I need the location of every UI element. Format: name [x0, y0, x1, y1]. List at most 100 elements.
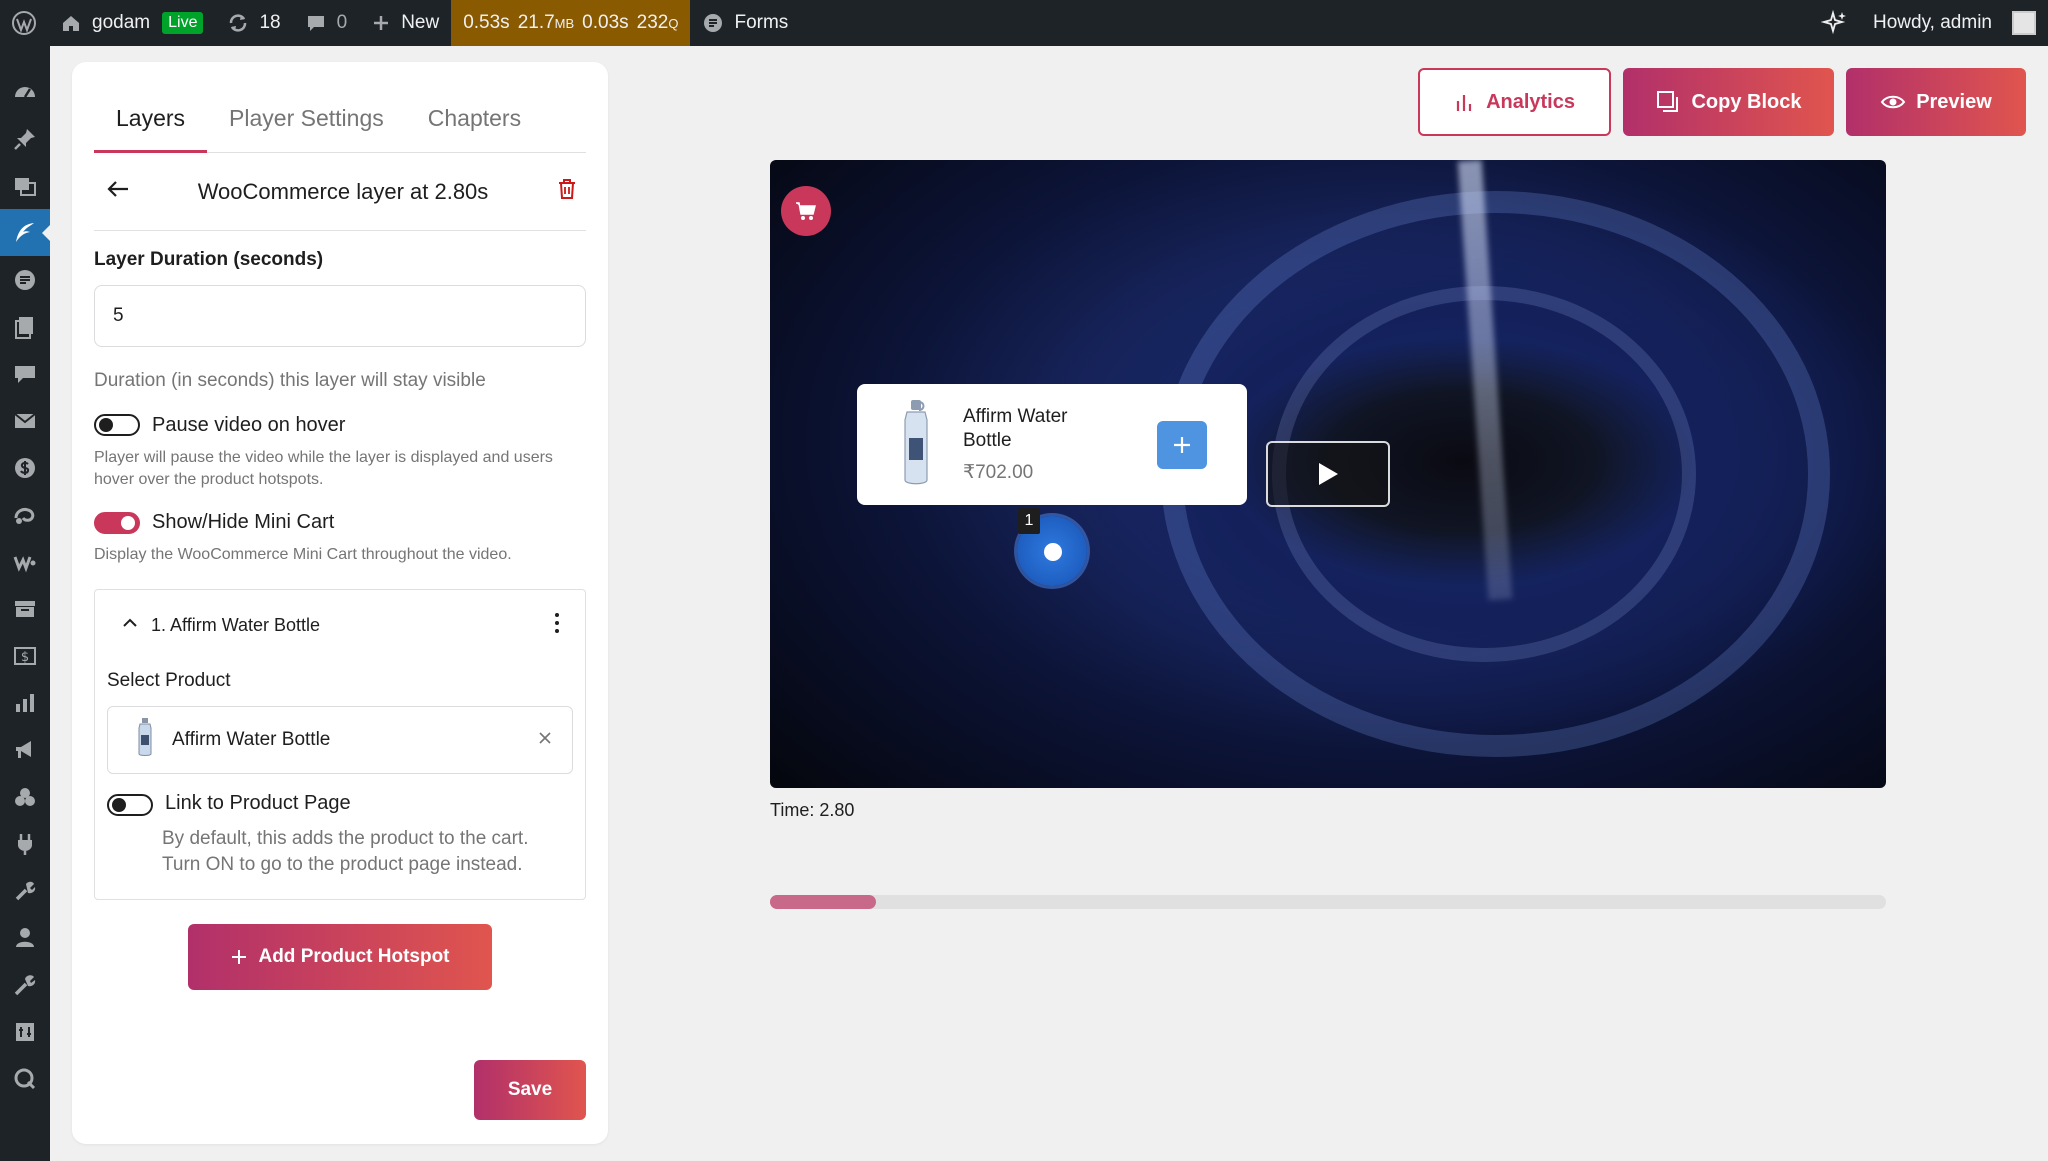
current-time-label: Time: 2.80 — [770, 800, 855, 820]
new-content-link[interactable]: New — [359, 0, 451, 46]
link-to-product-toggle[interactable] — [107, 793, 153, 816]
comments-link[interactable]: 0 — [293, 0, 360, 46]
ai-sparkle-icon[interactable] — [1809, 0, 1861, 46]
layer-title: WooCommerce layer at 2.80s — [197, 178, 489, 204]
save-button[interactable]: Save — [474, 1060, 586, 1120]
bottle-image-icon — [901, 398, 931, 491]
add-product-hotspot-button[interactable]: Add Product Hotspot — [188, 924, 492, 991]
product-popup-info: Affirm Water Bottle ₹702.00 — [963, 405, 1125, 484]
pause-on-hover-label: Pause video on hover — [152, 413, 346, 436]
query-icon[interactable] — [0, 1055, 50, 1102]
pin-icon[interactable] — [0, 115, 50, 162]
comments-count: 0 — [336, 12, 348, 33]
hotspot-title: 1. Affirm Water Bottle — [151, 615, 321, 636]
gauge-icon[interactable] — [0, 68, 50, 115]
appearance-icon[interactable] — [0, 773, 50, 820]
tab-player-settings[interactable]: Player Settings — [207, 105, 406, 152]
select-product-label: Select Product — [107, 669, 231, 691]
layer-header: WooCommerce layer at 2.80s — [94, 153, 586, 231]
pause-on-hover-help: Player will pause the video while the la… — [94, 448, 553, 489]
product-popup-name: Affirm Water Bottle — [963, 406, 1068, 451]
payments-icon[interactable]: $ — [0, 632, 50, 679]
hotspot-card-header[interactable]: 1. Affirm Water Bottle — [107, 590, 573, 662]
forms-link[interactable]: Forms — [690, 0, 800, 46]
plugin-stack-icon[interactable] — [0, 491, 50, 538]
selected-product[interactable]: Affirm Water Bottle — [107, 705, 573, 774]
toolbar: Analytics Copy Block Preview — [1418, 68, 2026, 136]
timeline-progress[interactable] — [770, 895, 877, 909]
forms-label: Forms — [734, 12, 789, 33]
users-icon[interactable] — [0, 914, 50, 961]
layer-duration-input[interactable]: 5 — [94, 285, 586, 347]
preview-button[interactable]: Preview — [1846, 68, 2026, 136]
feather-icon[interactable] — [0, 209, 50, 256]
refresh-icon — [230, 14, 247, 32]
product-popup[interactable]: Affirm Water Bottle ₹702.00 — [857, 384, 1247, 505]
admin-bar: godam Live 18 0 New 0.53s 21.7MB 0.03s 2… — [0, 0, 2048, 46]
site-name: godam — [92, 12, 151, 33]
home-icon — [63, 16, 79, 31]
forms-icon — [704, 14, 723, 32]
query-monitor-stats[interactable]: 0.53s 21.7MB 0.03s 232Q — [451, 0, 691, 46]
account-menu[interactable]: Howdy, admin — [1861, 0, 2048, 46]
perf-memory: 21.7MB — [517, 12, 575, 33]
link-to-product-help: By default, this adds the product to the… — [162, 827, 529, 876]
comments-icon[interactable] — [0, 350, 50, 397]
wrench-icon[interactable] — [0, 961, 50, 1008]
comment-icon — [307, 16, 324, 31]
more-vertical-icon[interactable] — [553, 611, 561, 640]
plus-icon — [374, 16, 389, 30]
settings-icon[interactable] — [0, 1008, 50, 1055]
mini-cart-label: Show/Hide Mini Cart — [152, 511, 335, 534]
add-to-cart-plus-icon[interactable] — [1157, 420, 1207, 469]
hotspot-number: 1 — [1018, 508, 1040, 534]
back-arrow-icon[interactable] — [104, 175, 132, 208]
avatar — [2012, 11, 2036, 35]
tab-chapters[interactable]: Chapters — [406, 105, 543, 152]
dollar-icon[interactable] — [0, 444, 50, 491]
pages-icon[interactable] — [0, 303, 50, 350]
play-button[interactable] — [1266, 441, 1390, 507]
tools-icon[interactable] — [0, 867, 50, 914]
close-icon[interactable] — [538, 729, 552, 751]
marketing-icon[interactable] — [0, 726, 50, 773]
copy-block-button[interactable]: Copy Block — [1623, 68, 1834, 136]
svg-text:$: $ — [21, 650, 29, 665]
layer-timeline[interactable] — [770, 895, 1886, 909]
live-badge: Live — [162, 12, 204, 34]
perf-queries: 232Q — [636, 12, 679, 33]
trash-icon[interactable] — [554, 176, 580, 207]
woo-icon[interactable] — [0, 538, 50, 585]
link-to-product-label: Link to Product Page — [165, 791, 351, 814]
media-icon[interactable] — [0, 162, 50, 209]
archive-icon[interactable] — [0, 585, 50, 632]
pause-on-hover-row: Pause video on hover — [94, 414, 586, 437]
new-label: New — [401, 12, 440, 33]
site-name-link[interactable]: godam Live — [48, 0, 215, 46]
copy-icon — [1657, 91, 1679, 112]
bottle-thumbnail-icon — [136, 717, 154, 763]
layer-settings-panel: Layers Player Settings Chapters WooComme… — [72, 62, 608, 1144]
layer-duration-label: Layer Duration (seconds) — [94, 249, 324, 270]
analytics-button[interactable]: Analytics — [1418, 68, 1611, 136]
chevron-up-icon[interactable] — [121, 614, 139, 637]
video-preview[interactable]: Affirm Water Bottle ₹702.00 1 — [770, 160, 1886, 788]
mail-icon[interactable] — [0, 397, 50, 444]
tab-layers[interactable]: Layers — [94, 105, 208, 153]
product-popup-price: ₹702.00 — [963, 461, 1034, 483]
howdy-text: Howdy, admin — [1873, 12, 1992, 33]
mini-cart-help: Display the WooCommerce Mini Cart throug… — [94, 546, 512, 564]
updates-link[interactable]: 18 — [215, 0, 292, 46]
mini-cart-row: Show/Hide Mini Cart — [94, 511, 586, 534]
hotspot-card: 1. Affirm Water Bottle Select Product Af… — [94, 588, 586, 901]
perf-time: 0.53s — [463, 12, 510, 33]
mini-cart-toggle[interactable] — [94, 511, 140, 534]
mini-cart-icon[interactable] — [781, 186, 831, 236]
godam-icon[interactable] — [0, 256, 50, 303]
pause-on-hover-toggle[interactable] — [94, 414, 140, 437]
panel-tabs: Layers Player Settings Chapters — [94, 62, 586, 153]
wordpress-logo-icon[interactable] — [0, 0, 48, 46]
analytics-icon[interactable] — [0, 679, 50, 726]
perf-db-time: 0.03s — [582, 12, 629, 33]
plugins-icon[interactable] — [0, 820, 50, 867]
